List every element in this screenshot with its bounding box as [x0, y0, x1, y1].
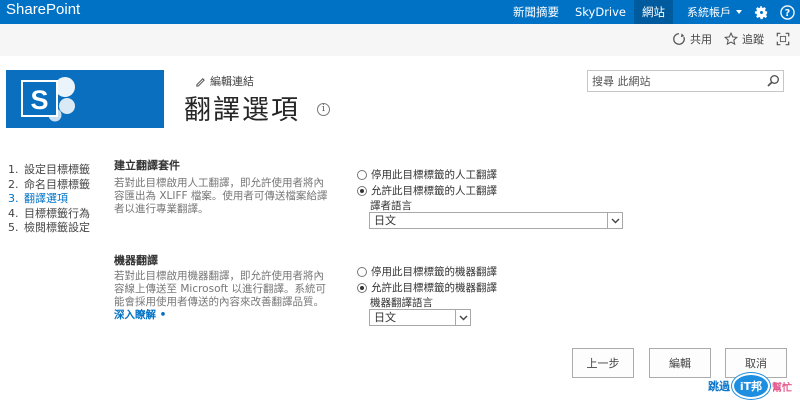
share-icon — [673, 33, 685, 45]
search-icon — [767, 75, 779, 87]
search-input[interactable] — [592, 73, 762, 89]
previous-button[interactable]: 上一步 — [572, 348, 634, 378]
focus-on-content-button[interactable] — [776, 32, 790, 46]
machine-translation-description: 若對此目標啟用機器翻譯，即允許使用者將內容線上傳送至 Microsoft 以進行… — [114, 270, 329, 322]
wizard-step-4[interactable]: 4. 目標標籤行為 — [8, 207, 90, 222]
wizard-step-5[interactable]: 5. 檢閱標籤設定 — [8, 221, 90, 236]
gear-icon[interactable] — [748, 0, 774, 24]
translator-language-label: 譯者語言 — [370, 200, 412, 212]
edit-button[interactable]: 編輯 — [649, 348, 711, 378]
watermark-prefix: 跳過 — [708, 380, 730, 393]
step-number: 5. — [8, 221, 19, 234]
star-icon — [724, 32, 738, 46]
info-icon[interactable]: i — [317, 103, 330, 116]
step-label: 命名目標標籤 — [24, 177, 90, 191]
follow-label: 追蹤 — [742, 33, 764, 46]
app-brand[interactable]: SharePoint — [6, 1, 80, 18]
chevron-down-icon — [455, 310, 470, 325]
wizard-steps: 1. 設定目標標籤 2. 命名目標標籤 3. 翻譯選項 4. 目標標籤行為 5. 檢閱標籤… — [8, 163, 90, 236]
machine-translation-heading: 機器翻譯 — [114, 254, 158, 267]
step-number: 3. — [8, 192, 19, 205]
human-translation-description: 若對此目標啟用人工翻譯，即允許使用者將內容匯出為 XLIFF 檔案。使用者可傳送… — [114, 177, 328, 215]
chevron-down-icon — [607, 213, 622, 228]
ithelp-logo: iT邦 — [732, 373, 770, 399]
wizard-step-2[interactable]: 2. 命名目標標籤 — [8, 178, 90, 193]
watermark-suffix: 幫忙 — [772, 382, 792, 394]
human-translation-heading: 建立翻譯套件 — [114, 159, 180, 172]
learn-more-link[interactable]: 深入瞭解 • — [114, 309, 166, 321]
pencil-icon — [196, 77, 205, 87]
radio-label: 停用此目標標籤的機器翻譯 — [371, 266, 497, 278]
account-name: 系統帳戶 — [687, 6, 731, 19]
machine-disable-option[interactable]: 停用此目標標籤的機器翻譯 — [357, 264, 497, 279]
select-value: 日文 — [374, 214, 396, 227]
suite-link-skydrive[interactable]: SkyDrive — [567, 0, 634, 24]
ithelp-watermark: 跳過 iT邦 幫忙 — [708, 373, 792, 399]
step-label: 翻譯選項 — [24, 192, 68, 205]
machine-translation-description-text: 若對此目標啟用機器翻譯，即允許使用者將內容線上傳送至 Microsoft 以進行… — [114, 270, 326, 308]
machine-language-label: 機器翻譯語言 — [370, 297, 433, 309]
wizard-step-3[interactable]: 3. 翻譯選項 — [8, 192, 90, 207]
share-label: 共用 — [690, 33, 712, 46]
page-title: 翻譯選項 — [184, 95, 300, 126]
step-number: 2. — [8, 177, 19, 191]
search-box — [587, 70, 784, 92]
step-label: 目標標籤行為 — [24, 206, 90, 220]
site-logo[interactable]: S — [6, 70, 164, 128]
share-button[interactable]: 共用 — [672, 31, 712, 47]
radio-label: 允許此目標標籤的機器翻譯 — [371, 282, 497, 294]
suite-links: 新聞摘要 SkyDrive 網站 系統帳戶 ? — [505, 0, 800, 24]
select-value: 日文 — [374, 311, 396, 324]
radio-human-enable[interactable] — [357, 185, 367, 196]
machine-language-select[interactable]: 日文 — [369, 309, 471, 326]
step-number: 4. — [8, 206, 19, 220]
suite-link-sites[interactable]: 網站 — [634, 0, 673, 24]
radio-label: 允許此目標標籤的人工翻譯 — [371, 185, 497, 197]
step-label: 設定目標標籤 — [24, 163, 90, 176]
wizard-step-1[interactable]: 1. 設定目標標籤 — [8, 163, 90, 178]
page-actions: 共用 追蹤 — [660, 31, 790, 47]
chevron-down-icon — [736, 10, 742, 14]
suite-bar: SharePoint 新聞摘要 SkyDrive 網站 系統帳戶 ? — [0, 0, 800, 24]
follow-button[interactable]: 追蹤 — [724, 31, 764, 47]
radio-machine-disable[interactable] — [357, 266, 367, 277]
human-disable-option[interactable]: 停用此目標標籤的人工翻譯 — [357, 167, 497, 182]
translator-language-select[interactable]: 日文 — [369, 212, 623, 229]
radio-machine-enable[interactable] — [357, 282, 367, 293]
account-menu[interactable]: 系統帳戶 — [673, 4, 748, 20]
radio-human-disable[interactable] — [357, 169, 367, 180]
sharepoint-logo-icon: S — [21, 77, 75, 122]
search-button[interactable] — [765, 73, 781, 89]
ribbon-row: 共用 追蹤 — [0, 24, 800, 56]
help-icon[interactable]: ? — [774, 0, 800, 24]
step-label: 檢閱標籤設定 — [24, 221, 90, 234]
svg-text:?: ? — [784, 7, 789, 18]
edit-links[interactable]: 編輯連結 — [195, 73, 254, 89]
human-enable-option[interactable]: 允許此目標標籤的人工翻譯 — [357, 183, 497, 198]
edit-links-label: 編輯連結 — [210, 75, 254, 88]
radio-label: 停用此目標標籤的人工翻譯 — [371, 169, 497, 181]
suite-link-newsfeed[interactable]: 新聞摘要 — [505, 0, 567, 24]
step-number: 1. — [8, 163, 19, 176]
svg-text:S: S — [30, 85, 48, 115]
fullscreen-icon — [776, 32, 790, 46]
machine-enable-option[interactable]: 允許此目標標籤的機器翻譯 — [357, 280, 497, 295]
